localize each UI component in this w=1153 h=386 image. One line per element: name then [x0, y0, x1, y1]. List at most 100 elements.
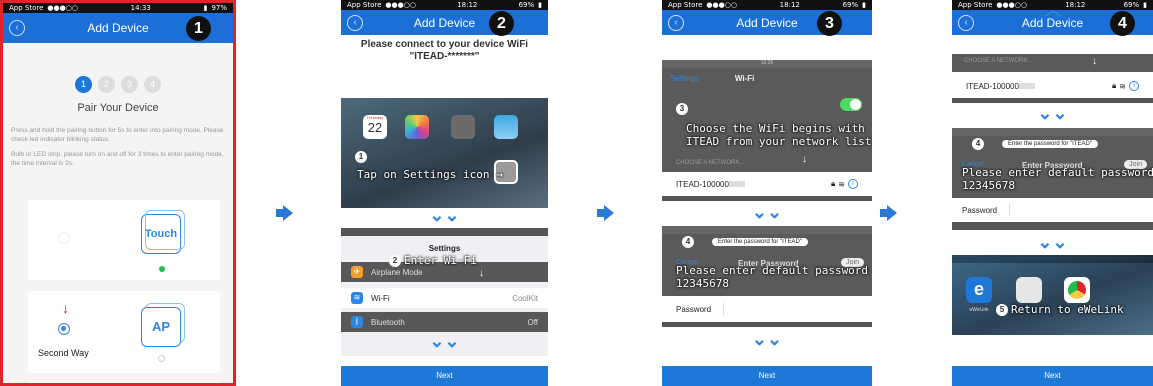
status-bar: App Store ●●●○○ 18:12 69% ▮: [662, 0, 872, 10]
row-bluetooth-label: Bluetooth: [371, 317, 405, 327]
calendar-icon: Thursday 22: [363, 115, 387, 139]
bluetooth-icon: ᛒ: [351, 316, 363, 328]
settings-screenshot: Settings ✈ Airplane Mode 2 Enter Wi-Fi ↓ …: [341, 228, 548, 356]
wifi-toggle-knob: [850, 99, 861, 110]
second-way-label: Second Way: [38, 348, 89, 358]
divider: [662, 322, 872, 327]
touch-radio[interactable]: [58, 232, 70, 244]
pair-heading: Pair Your Device: [77, 102, 159, 114]
page-title: Add Device: [413, 15, 476, 30]
pair-content: 1 2 3 4 Pair Your Device Press and hold …: [3, 43, 233, 383]
ewelink-app-icon[interactable]: e: [966, 277, 992, 303]
callout-text: Return to eWeLink: [1011, 303, 1124, 316]
third-card: [28, 381, 220, 383]
down-arrow-icon: ↓: [62, 300, 69, 316]
up-chevron-icon: ︿: [1045, 2, 1062, 19]
screen-step-4: App Store ●●●○○ 18:12 69% ▮ ‹ Add Device 4…: [952, 0, 1153, 386]
progress-step-1: 1: [75, 76, 92, 93]
callout-default-password: Please enter default password 12345678: [676, 264, 869, 290]
password-banner: Enter the password for "ITEAD": [712, 238, 808, 246]
network-suffix-blur: [1018, 83, 1035, 89]
network-suffix-blur: [728, 181, 745, 187]
password-input-divider: [1009, 204, 1011, 216]
carrier-label: App Store: [347, 1, 382, 9]
back-icon[interactable]: ‹: [668, 15, 684, 31]
down-arrow-icon: ↓: [479, 268, 484, 279]
chevron-down-icon: ⌄⌄: [751, 202, 783, 222]
clock: 14:33: [130, 4, 151, 12]
calendar-date: 22: [367, 120, 383, 135]
touch-label: Touch: [144, 228, 178, 240]
connect-prompt: Please connect to your device WiFi "ITEA…: [360, 39, 529, 62]
progress-steps: 1 2 3 4: [3, 76, 233, 93]
settings-title: Settings: [428, 244, 461, 253]
ap-label: AP: [151, 319, 171, 334]
back-settings-link[interactable]: Settings: [670, 74, 699, 83]
callout-tap-settings-text: Tap on Settings icon →: [357, 168, 503, 181]
next-button[interactable]: Next: [341, 366, 548, 386]
back-icon[interactable]: ‹: [958, 15, 974, 31]
callout-password-num: 4: [682, 235, 697, 248]
next-step-arrow-icon: [276, 205, 293, 221]
nav-bar: ‹ Add Device 3: [662, 10, 872, 36]
battery-icon: ▮: [862, 1, 866, 9]
carrier-label: App Store: [668, 1, 703, 9]
network-row-itead[interactable]: ITEAD-100000 🔒︎ ≋ i: [662, 172, 872, 196]
back-icon[interactable]: ‹: [9, 20, 25, 36]
callout-return-ewelink: 5 Return to eWeLink: [996, 303, 1124, 316]
status-bar: App Store ●●●○○ 18:12 69% ▮: [341, 0, 548, 10]
password-screenshot: 4 Enter the password for "ITEAD" Cancel …: [952, 128, 1153, 198]
photos-icon: [405, 115, 429, 139]
row-wifi-label: Wi-Fi: [371, 293, 390, 303]
network-header-strip: CHOOSE A NETWORK... ↓: [952, 54, 1153, 72]
ap-radio[interactable]: [58, 323, 70, 335]
touch-mode-card[interactable]: Touch: [28, 200, 220, 280]
signal-icon: ●●●○○: [47, 4, 78, 12]
ap-mode-card[interactable]: ↓ Second Way AP: [28, 291, 220, 373]
callout-number: 3: [676, 103, 688, 115]
callout-default-password: Please enter default password 12345678: [962, 166, 1153, 192]
network-header: CHOOSE A NETWORK...: [676, 160, 745, 166]
password-label: Password: [676, 304, 712, 314]
battery-level: 69%: [842, 1, 859, 9]
next-button[interactable]: Next: [662, 366, 872, 386]
step-badge: 4: [1110, 11, 1135, 36]
row-wifi-value: CoolKit: [512, 293, 538, 303]
wifi-toggle[interactable]: [840, 98, 862, 111]
divider: [662, 196, 872, 201]
back-icon[interactable]: ‹: [347, 15, 363, 31]
password-field[interactable]: Password: [952, 198, 1153, 222]
next-button[interactable]: Next: [952, 366, 1153, 386]
signal-icon: ●●●○○: [385, 1, 416, 9]
password-screenshot: 4 Enter the password for "ITEAD" Cancel …: [662, 226, 872, 296]
chevron-down-icon: ⌄⌄: [1037, 232, 1068, 252]
network-row-itead[interactable]: ITEAD-100000 🔒︎ ≋ i: [952, 74, 1153, 98]
down-arrow-icon: ↓: [1092, 56, 1097, 67]
step-badge: 1: [186, 16, 211, 41]
chevron-down-icon: ⌄⌄: [1037, 103, 1068, 123]
touch-indicator-dot: [159, 266, 165, 272]
clock: 18:12: [1065, 1, 1086, 9]
info-icon[interactable]: i: [848, 179, 858, 189]
homescreen-ewelink-screenshot: e eWeLink 5 Return to eWeLink: [952, 255, 1153, 335]
password-field[interactable]: Password: [662, 296, 872, 322]
row-wifi[interactable]: ≋ Wi-Fi CoolKit: [341, 288, 548, 308]
callout-password-num: 4: [972, 137, 987, 150]
battery-icon: ▮: [1143, 1, 1147, 9]
signal-icon: ●●●○○: [706, 1, 737, 9]
chevron-down-icon: ⌄⌄: [429, 331, 460, 351]
password-banner: Enter the password for "ITEAD": [1002, 140, 1098, 148]
network-icons: 🔒︎ ≋ i: [831, 179, 858, 189]
wifi-signal-icon: ≋: [1119, 81, 1126, 91]
callout-number: 4: [972, 138, 984, 150]
network-name: ITEAD-100000: [676, 179, 729, 189]
info-icon[interactable]: i: [1129, 81, 1139, 91]
screen-step-2: App Store ●●●○○ 18:12 69% ▮ ‹ Add Device 2…: [341, 0, 548, 386]
chrome-app-icon: [1064, 277, 1090, 303]
callout-choose-wifi-text: Choose the WiFi begins with ITEAD from y…: [686, 122, 872, 148]
callout-tap-settings: 1: [355, 150, 370, 163]
lock-icon: 🔒︎: [1112, 81, 1117, 90]
row-bluetooth-value: Off: [527, 317, 538, 327]
battery-icon: ▮: [203, 4, 208, 12]
wifi-signal-icon: ≋: [838, 179, 845, 189]
